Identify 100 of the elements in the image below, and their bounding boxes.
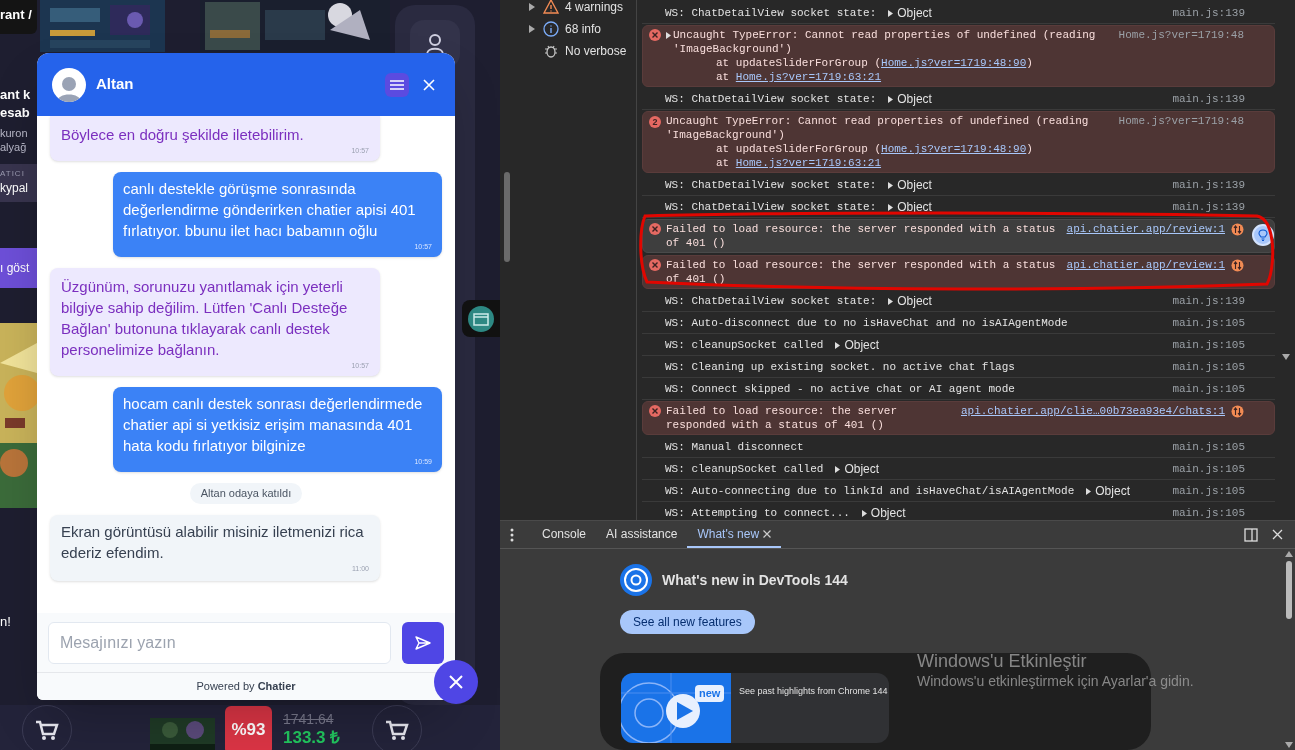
stack-line: at updateSliderForGroup (Home.js?ver=1719:48:90) bbox=[715, 142, 1034, 156]
send-icon bbox=[415, 635, 431, 650]
cart-icon bbox=[385, 719, 410, 741]
close-icon bbox=[449, 675, 463, 689]
object-toggle[interactable]: Object bbox=[888, 178, 932, 193]
console-message: WS: cleanupSocket called bbox=[665, 462, 824, 475]
stack-link[interactable]: Home.js?ver=1719:63:21 bbox=[735, 71, 882, 83]
highlights-text: See past highlights from Chrome 144 bbox=[738, 685, 888, 698]
warning-icon bbox=[543, 0, 559, 15]
object-toggle[interactable]: Object bbox=[1086, 484, 1130, 499]
stack-line: at Home.js?ver=1719:63:21 bbox=[715, 156, 883, 170]
sidebar-item[interactable]: 68 info bbox=[513, 18, 636, 40]
highlights-card[interactable]: new See past highlights from Chrome 144 bbox=[621, 673, 889, 743]
source-location: main.js:105 bbox=[1172, 483, 1245, 498]
seller-name[interactable]: kypal bbox=[0, 180, 37, 202]
sidebar-item[interactable]: 4 warnings bbox=[513, 0, 636, 18]
expand-arrow-icon[interactable] bbox=[666, 32, 671, 39]
source-location: Home.js?ver=1719:48 bbox=[1118, 28, 1244, 42]
source-link[interactable]: api.chatier.app/review:1 bbox=[1066, 222, 1225, 236]
scrollbar-thumb[interactable] bbox=[503, 172, 510, 262]
page-subtitle: kuron bbox=[0, 126, 29, 140]
menu-icon bbox=[390, 79, 404, 90]
message-text: Üzgünüm, sorunuzu yanıtlamak için yeterli bilgiye sahip değilim. Lütfen 'Canlı Desteğe Bağlan' butonuna tıklayarak canlı destek personelimize bağlanın. bbox=[61, 277, 349, 360]
whats-new-title: What's new in DevTools 144 bbox=[662, 570, 848, 590]
source-location: main.js:105 bbox=[1172, 359, 1245, 374]
error-row[interactable]: 2 Uncaught TypeError: Cannot read properties of undefined (reading 'ImageBackground') at updateSliderForGroup (Home.js?ver=1719:48:90) at Home.js?ver=1719:63:21 Home.js?ver=1719:48 bbox=[642, 111, 1275, 173]
console-message: WS: ChatDetailView socket state: bbox=[665, 178, 877, 191]
object-toggle[interactable]: Object bbox=[888, 6, 932, 21]
expand-arrow-icon bbox=[529, 3, 535, 11]
error-message: Failed to load resource: the server responded with a status of 401 () bbox=[666, 258, 1057, 286]
source-link[interactable]: api.chatier.app/review:1 bbox=[1066, 258, 1225, 272]
source-location: main.js:139 bbox=[1172, 91, 1245, 106]
source-location: main.js:105 bbox=[1172, 381, 1245, 396]
more-options-icon[interactable] bbox=[510, 527, 514, 542]
expand-arrow-icon bbox=[888, 297, 894, 305]
stack-link[interactable]: Home.js?ver=1719:48:90 bbox=[881, 143, 1027, 155]
source-location: Home.js?ver=1719:48 bbox=[1118, 114, 1244, 128]
error-icon bbox=[649, 223, 661, 235]
object-toggle[interactable]: Object bbox=[888, 294, 932, 309]
console-message: WS: Attempting to connect... bbox=[665, 506, 850, 519]
drawer-tab[interactable]: Console bbox=[532, 521, 597, 548]
error-row[interactable]: Failed to load resource: the server responded with a status of 401 () api.chatier.app/clie…00b73ea93e4/chats:1 bbox=[642, 401, 1275, 435]
scroll-up-icon[interactable] bbox=[1285, 551, 1293, 557]
error-message: Uncaught TypeError: Cannot read properties of undefined (reading 'ImageBackground') bbox=[666, 114, 1090, 142]
see-all-features-button[interactable]: See all new features bbox=[620, 610, 755, 634]
stack-line: at Home.js?ver=1719:63:21 bbox=[715, 70, 883, 84]
object-toggle[interactable]: Object bbox=[835, 338, 880, 353]
page-subtitle: alyağ bbox=[0, 140, 28, 154]
old-price: 1741.64 bbox=[283, 711, 335, 727]
error-row[interactable]: Failed to load resource: the server responded with a status of 401 () api.chatier.app/review:1 bbox=[642, 219, 1275, 253]
network-icon[interactable] bbox=[1231, 405, 1244, 418]
page-title: ant k bbox=[0, 86, 32, 104]
object-toggle[interactable]: Object bbox=[835, 462, 880, 477]
source-location: main.js:139 bbox=[1172, 5, 1245, 20]
error-icon bbox=[649, 405, 661, 417]
error-message: Failed to load resource: the server responded with a status of 401 () bbox=[666, 404, 899, 432]
verbose-icon bbox=[543, 43, 559, 59]
error-row[interactable]: Uncaught TypeError: Cannot read properties of undefined (reading 'ImageBackground') at updateSliderForGroup (Home.js?ver=1719:48:90) at Home.js?ver=1719:63:21 Home.js?ver=1719:48 bbox=[642, 25, 1275, 87]
person-icon bbox=[425, 33, 445, 55]
page-tab-label[interactable]: rant / bbox=[0, 0, 37, 34]
menu-button[interactable] bbox=[385, 72, 409, 97]
error-row[interactable]: Failed to load resource: the server responded with a status of 401 () api.chatier.app/review:1 bbox=[642, 255, 1275, 289]
error-icon bbox=[649, 259, 661, 271]
stack-link[interactable]: Home.js?ver=1719:63:21 bbox=[735, 157, 882, 169]
send-button[interactable] bbox=[402, 621, 444, 664]
source-location: main.js:105 bbox=[1172, 315, 1245, 330]
expand-arrow-icon bbox=[529, 25, 535, 33]
scroll-down-icon[interactable] bbox=[1282, 354, 1290, 360]
console-message: WS: Cleaning up existing socket. no active chat flags bbox=[665, 360, 1015, 373]
source-location: main.js:105 bbox=[1172, 505, 1245, 520]
object-toggle[interactable]: Object bbox=[888, 92, 932, 107]
console-message: WS: Manual disconnect bbox=[665, 440, 804, 453]
page-text: n! bbox=[0, 613, 12, 631]
drawer-tab[interactable]: AI assistance bbox=[596, 521, 688, 548]
drawer-tab[interactable]: What's new bbox=[687, 521, 782, 548]
close-icon[interactable] bbox=[1272, 529, 1283, 540]
expand-arrow-icon bbox=[888, 203, 894, 211]
price: 133.3 ₺ bbox=[283, 727, 341, 749]
message-input[interactable]: Mesajınızı yazın bbox=[48, 621, 391, 664]
error-message: Failed to load resource: the server responded with a status of 401 () bbox=[666, 222, 1057, 250]
scrollbar-thumb[interactable] bbox=[1286, 560, 1292, 619]
stack-link[interactable]: Home.js?ver=1719:48:90 bbox=[881, 57, 1027, 69]
activation-text: Windows'u etkinleştirmek için Ayarlar'a gidin. bbox=[917, 672, 1194, 690]
dock-side-icon[interactable] bbox=[1244, 527, 1258, 542]
sidebar-item[interactable]: No verbose bbox=[513, 40, 636, 62]
show-button[interactable]: ı göst bbox=[0, 248, 37, 288]
lightbulb-icon bbox=[1258, 229, 1268, 241]
stack-line: at updateSliderForGroup (Home.js?ver=1719:48:90) bbox=[715, 56, 1034, 70]
close-icon[interactable] bbox=[763, 529, 772, 538]
network-icon[interactable] bbox=[1231, 259, 1244, 272]
object-toggle[interactable]: Object bbox=[888, 200, 932, 215]
expand-arrow-icon bbox=[835, 465, 841, 473]
source-location: main.js:105 bbox=[1172, 439, 1245, 454]
source-link[interactable]: api.chatier.app/clie…00b73ea93e4/chats:1 bbox=[960, 404, 1225, 418]
network-icon[interactable] bbox=[1231, 223, 1244, 236]
console-message: WS: cleanupSocket called bbox=[665, 338, 824, 351]
recorder-button[interactable] bbox=[462, 300, 500, 337]
screen-record-icon bbox=[468, 305, 494, 332]
object-toggle[interactable]: Object bbox=[861, 506, 906, 520]
scroll-down-icon[interactable] bbox=[1285, 742, 1293, 748]
